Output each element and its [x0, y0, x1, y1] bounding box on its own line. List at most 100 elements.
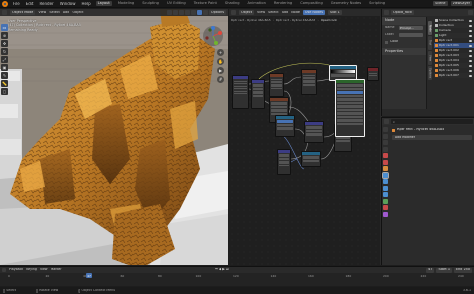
visibility-eye-icon[interactable] — [469, 49, 472, 52]
move-tool-icon[interactable]: ✥ — [1, 40, 8, 47]
object-tab-icon[interactable] — [383, 166, 388, 171]
tab-shading[interactable]: Shading — [223, 1, 242, 7]
cursor-tool-icon[interactable]: ⊕ — [1, 32, 8, 39]
options-button[interactable]: Options — [208, 10, 226, 15]
node-principled-bsdf[interactable] — [335, 79, 365, 137]
tab-geometry-nodes[interactable]: Geometry Nodes — [329, 1, 363, 7]
visibility-eye-icon[interactable] — [469, 59, 472, 62]
node-texture-coordinate[interactable] — [232, 75, 249, 109]
viewport-menu-select[interactable]: Select — [49, 11, 59, 14]
annotate-tool-icon[interactable]: ✎ — [1, 72, 8, 79]
tab-texture-paint[interactable]: Texture Paint — [192, 1, 219, 7]
node-mapping[interactable] — [251, 79, 265, 109]
texture-tab-icon[interactable] — [383, 211, 388, 217]
node-color-row[interactable]: Color — [382, 39, 426, 46]
particles-tab-icon[interactable] — [383, 179, 388, 184]
play-reverse-icon[interactable]: ◀ — [219, 268, 222, 271]
tab-uv-editing[interactable]: UV Editing — [165, 1, 188, 7]
outliner-type-icon[interactable] — [384, 10, 389, 15]
visibility-eye-icon[interactable] — [469, 44, 472, 47]
view-layer-selector[interactable]: ViewLayer — [450, 1, 472, 6]
scale-tool-icon[interactable]: ⤢ — [1, 56, 8, 63]
timeline[interactable]: Playback Keying View Marker ⏮ ◀ ▶ ⏭ 47 S… — [0, 266, 474, 286]
visibility-eye-icon[interactable] — [469, 29, 472, 32]
select-box-tool-icon[interactable]: ▭ — [1, 24, 8, 31]
menu-file[interactable]: File — [12, 2, 21, 6]
sidebar-tab-tool[interactable]: Tool — [428, 36, 432, 50]
modifier-tab-icon[interactable] — [382, 171, 389, 179]
constraints-tab-icon[interactable] — [383, 192, 388, 197]
scene-selector[interactable]: Scene — [433, 1, 448, 6]
timeline-menu-keying[interactable]: Keying — [26, 268, 37, 271]
timeline-menu-marker[interactable]: Marker — [51, 268, 62, 271]
navigation-gizmo-icon[interactable] — [202, 25, 224, 47]
outliner-item[interactable]: Rptr rect.007 — [434, 73, 474, 78]
end-frame-field[interactable]: End 250 — [453, 267, 472, 273]
playhead[interactable]: 47 — [86, 273, 92, 278]
visibility-eye-icon[interactable] — [469, 24, 472, 27]
data-tab-icon[interactable] — [383, 198, 388, 204]
pan-hand-icon[interactable]: ✋ — [217, 58, 224, 65]
viewport-menu-add[interactable]: Add — [63, 11, 70, 14]
node-image-texture-1[interactable] — [269, 73, 284, 97]
properties-type-icon[interactable] — [384, 119, 389, 124]
measure-tool-icon[interactable]: 📏 — [1, 80, 8, 87]
jump-start-icon[interactable]: ⏮ — [215, 268, 218, 271]
render-tab-icon[interactable] — [383, 133, 388, 139]
zoom-icon[interactable]: + — [217, 49, 224, 56]
shader-node-editor[interactable]: Object View Select Add Node Use Nodes Sl… — [229, 9, 381, 265]
grid-perspective-icon[interactable]: # — [217, 76, 224, 83]
tab-sculpting[interactable]: Sculpting — [140, 1, 161, 7]
tab-animation[interactable]: Animation — [246, 1, 268, 7]
camera-view-icon[interactable]: ▶ — [217, 67, 224, 74]
timeline-type-icon[interactable] — [2, 268, 6, 272]
overlays-icon[interactable] — [184, 10, 190, 15]
color-checkbox[interactable] — [385, 40, 388, 44]
visibility-eye-icon[interactable] — [469, 39, 472, 42]
shading-solid-icon[interactable] — [196, 10, 202, 15]
tab-compositing[interactable]: Compositing — [298, 1, 325, 7]
material-tab-icon[interactable] — [383, 205, 388, 210]
output-tab-icon[interactable] — [383, 140, 388, 145]
scene-tab-icon[interactable] — [383, 153, 388, 158]
sidebar-tab-node[interactable]: Node — [428, 21, 432, 35]
visibility-eye-icon[interactable] — [469, 19, 472, 22]
menu-window[interactable]: Window — [59, 2, 77, 6]
global-orientation-icon[interactable] — [166, 10, 172, 15]
menu-edit[interactable]: Edit — [25, 2, 35, 6]
viewport-menu-view[interactable]: View — [38, 11, 46, 14]
shading-material-icon[interactable] — [202, 10, 208, 15]
start-frame-field[interactable]: Start 1 — [436, 267, 452, 273]
sidebar-tab-options[interactable]: Options — [428, 66, 432, 80]
node-image-texture-2[interactable] — [301, 69, 317, 95]
editor-type-icon[interactable] — [2, 10, 7, 15]
physics-tab-icon[interactable] — [383, 185, 388, 191]
node-mix[interactable] — [275, 115, 295, 137]
tab-scripting[interactable]: Scripting — [367, 1, 387, 7]
viewport-menu-object[interactable]: Object — [72, 11, 83, 14]
timeline-menu-view[interactable]: View — [40, 268, 48, 271]
color-ramp-gradient[interactable] — [331, 70, 355, 73]
visibility-eye-icon[interactable] — [469, 69, 472, 72]
visibility-eye-icon[interactable] — [469, 54, 472, 57]
proportional-edit-icon[interactable] — [178, 10, 184, 15]
rotate-tool-icon[interactable]: ↻ — [1, 48, 8, 55]
visibility-eye-icon[interactable] — [469, 74, 472, 77]
node-normal-map[interactable] — [277, 149, 291, 175]
properties-search[interactable]: ⌕ — [391, 119, 473, 124]
menu-help[interactable]: Help — [80, 2, 91, 6]
xray-icon[interactable] — [190, 10, 196, 15]
timeline-menu-playback[interactable]: Playback — [9, 268, 23, 271]
node-material-output[interactable] — [367, 67, 379, 81]
node-math[interactable] — [301, 151, 321, 167]
add-cube-tool-icon[interactable]: ◻ — [1, 88, 8, 95]
add-modifier-button[interactable]: Add Modifier — [392, 135, 472, 140]
view-layer-tab-icon[interactable] — [383, 146, 388, 152]
jump-end-icon[interactable]: ⏭ — [226, 268, 229, 271]
node-bump[interactable] — [304, 121, 324, 143]
3d-viewport[interactable]: Object Mode View Select Add Object Optio… — [0, 9, 228, 265]
tab-layout[interactable]: Layout — [95, 0, 112, 7]
mode-selector[interactable]: Object Mode — [10, 10, 36, 15]
tab-modeling[interactable]: Modeling — [116, 1, 136, 7]
tool-tab-icon[interactable] — [383, 127, 388, 132]
